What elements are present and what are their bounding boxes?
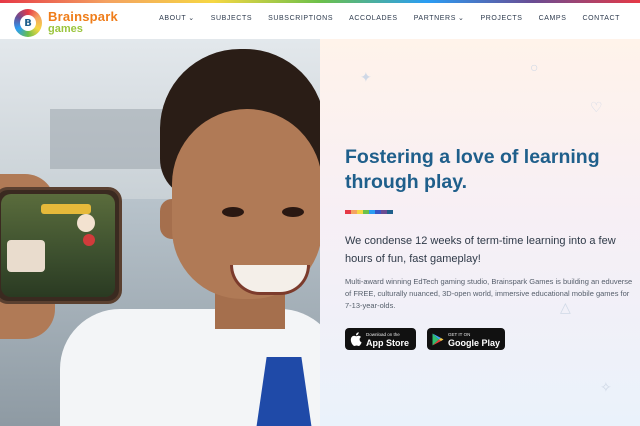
nav-item-projects[interactable]: PROJECTS xyxy=(472,14,530,22)
nav-item-accolades[interactable]: ACCOLADES xyxy=(341,14,406,22)
decor-star-icon: ✦ xyxy=(360,69,372,85)
nav-label: SUBJECTS xyxy=(210,14,253,22)
hero-body: Multi-award winning EdTech gaming studio… xyxy=(345,277,633,310)
nav-item-camps[interactable]: CAMPS xyxy=(531,14,575,22)
brainspark-logo[interactable]: B Brainspark games xyxy=(14,9,118,37)
phone-game-panel xyxy=(7,240,45,272)
chevron-down-icon: ⌄ xyxy=(188,15,195,22)
decor-heart-icon: ♡ xyxy=(590,99,603,115)
hero-headline: Fostering a love of learning through pla… xyxy=(345,145,625,195)
headline-line-1: Fostering a love of learning xyxy=(345,146,600,168)
logo-brand-sub: games xyxy=(48,23,83,35)
photo-background-shelf xyxy=(50,109,170,169)
nav-label: ACCOLADES xyxy=(349,14,398,22)
app-store-small: Download on the xyxy=(366,331,400,337)
logo-mark-letter: B xyxy=(20,15,36,31)
google-play-button[interactable]: GET IT ON Google Play xyxy=(427,328,505,350)
app-store-button[interactable]: Download on the App Store xyxy=(345,328,416,350)
logo-brand-name: Brainspark xyxy=(48,9,118,24)
nav-label: SUBSCRIPTIONS xyxy=(268,14,334,22)
photo-eye-right xyxy=(282,207,304,217)
hero-text-panel: ✦ ♡ ○ ✧ △ Fostering a love of learning t… xyxy=(320,39,640,426)
logo-text: Brainspark games xyxy=(48,9,118,35)
chevron-down-icon: ⌄ xyxy=(457,15,465,22)
nav-label: CAMPS xyxy=(538,14,567,22)
google-play-icon xyxy=(432,332,444,346)
logo-mark-icon: B xyxy=(14,9,42,37)
nav-item-about[interactable]: ABOUT ⌄ xyxy=(151,14,203,23)
hero-section: ✦ ♡ ○ ✧ △ Fostering a love of learning t… xyxy=(0,39,640,426)
nav-item-subjects[interactable]: SUBJECTS xyxy=(203,14,260,22)
decor-star-icon: ✧ xyxy=(600,379,612,395)
google-play-text: GET IT ON Google Play xyxy=(448,331,500,348)
nav-label: CONTACT xyxy=(582,14,620,22)
nav-item-partners[interactable]: PARTNERS ⌄ xyxy=(406,14,473,23)
headline-line-2: through play. xyxy=(345,171,468,193)
hero-photo xyxy=(0,39,320,426)
decor-circle-icon: ○ xyxy=(530,59,539,75)
site-header: B Brainspark games ABOUT ⌄ SUBJECTS SUBSC… xyxy=(0,3,640,39)
nav-label: ABOUT xyxy=(159,14,187,22)
phone-game-screen xyxy=(1,194,115,297)
phone-game-button xyxy=(83,234,95,246)
divider-segment xyxy=(387,210,393,214)
photo-eye-left xyxy=(222,207,244,217)
phone-game-avatar xyxy=(77,214,95,232)
google-play-big: Google Play xyxy=(448,337,501,348)
app-store-big: App Store xyxy=(366,337,410,348)
nav-label: PROJECTS xyxy=(480,14,523,22)
apple-icon xyxy=(350,332,362,346)
nav-item-contact[interactable]: CONTACT xyxy=(574,14,628,22)
app-store-text: Download on the App Store xyxy=(366,331,409,348)
google-play-small: GET IT ON xyxy=(448,331,471,337)
hero-lead: We condense 12 weeks of term-time learni… xyxy=(345,235,616,265)
main-nav: ABOUT ⌄ SUBJECTS SUBSCRIPTIONS ACCOLADES … xyxy=(151,14,628,23)
rainbow-divider xyxy=(345,210,393,214)
photo-phone xyxy=(0,187,122,304)
nav-label: PARTNERS xyxy=(413,14,456,22)
phone-game-bar xyxy=(41,204,91,214)
nav-item-subscriptions[interactable]: SUBSCRIPTIONS xyxy=(260,14,341,22)
